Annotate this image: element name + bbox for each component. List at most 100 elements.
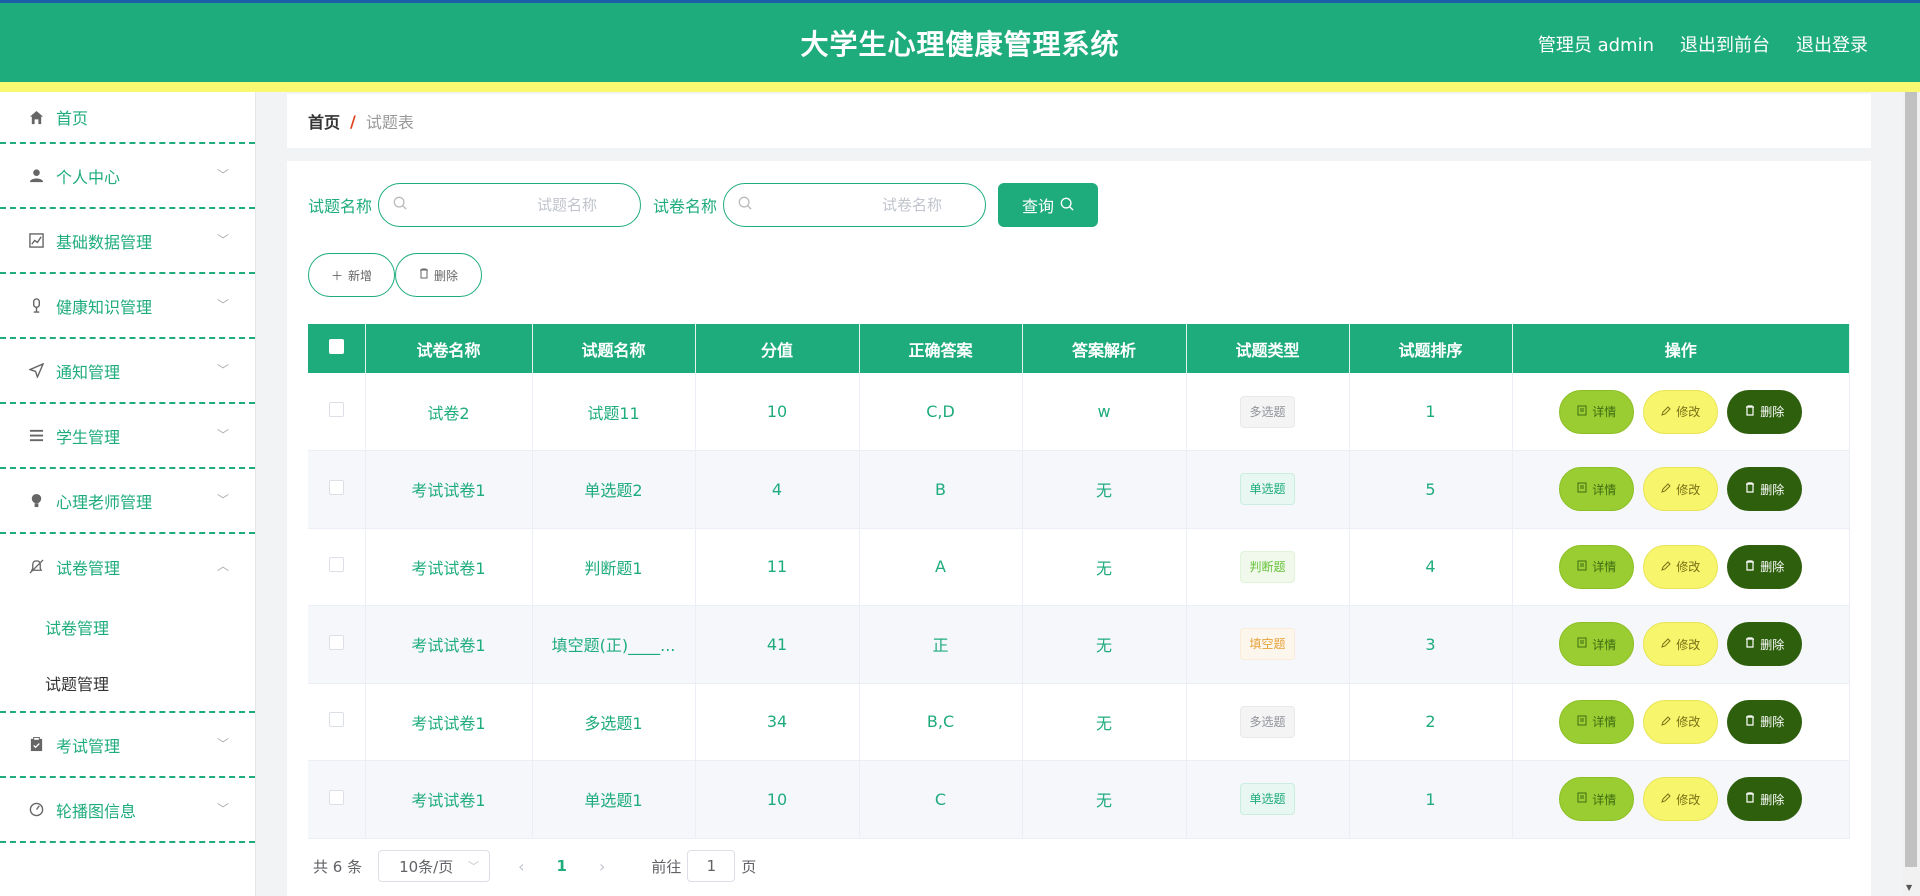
delete-button[interactable]: 删除 <box>1727 389 1803 434</box>
detail-button[interactable]: 详情 <box>1559 467 1635 512</box>
sidebar-item-health-knowledge[interactable]: 健康知识管理 ﹀ <box>0 274 255 339</box>
delete-button-label: 删除 <box>1760 637 1785 652</box>
batch-delete-button[interactable]: 删除 <box>395 253 482 297</box>
sidebar-item-label: 轮播图信息 <box>56 801 137 821</box>
question-name-cell: 判断题1 <box>532 528 696 606</box>
type-cell: 判断题 <box>1186 528 1350 606</box>
page-size-select[interactable]: 10条/页 ﹀ <box>378 850 491 882</box>
col-order[interactable]: 试题排序 <box>1349 324 1513 373</box>
sidebar-item-teachers[interactable]: 心理老师管理 ﹀ <box>0 469 255 534</box>
document-icon <box>1577 637 1587 651</box>
chevron-up-icon: ︿ <box>216 558 229 573</box>
sidebar-item-home[interactable]: 首页 <box>0 92 255 144</box>
scrollbar-thumb[interactable] <box>1905 92 1917 867</box>
select-all-checkbox[interactable] <box>328 339 344 354</box>
submenu-item-question-management[interactable]: 试题管理 <box>0 655 255 711</box>
row-checkbox[interactable] <box>328 712 344 728</box>
sidebar-item-notice[interactable]: 通知管理 ﹀ <box>0 339 255 404</box>
sidebar-item-papers[interactable]: 试卷管理 ︿ <box>0 534 255 599</box>
col-correct-answer[interactable]: 正确答案 <box>859 324 1023 373</box>
header-actions: 管理员 admin 退出到前台 退出登录 <box>1538 31 1868 57</box>
sidebar-item-label: 学生管理 <box>56 427 121 447</box>
questions-table: 试卷名称 试题名称 分值 正确答案 答案解析 试题类型 试题排序 操作 试卷2 试… <box>308 324 1850 839</box>
sidebar-item-carousel[interactable]: 轮播图信息 ﹀ <box>0 778 255 843</box>
goto-page-input[interactable]: 1 <box>687 850 736 882</box>
vertical-scrollbar[interactable]: ▼ <box>1902 92 1920 896</box>
table-row: 考试试卷1 单选题2 4 B 无 单选题 5 详情 修改 删除 <box>308 450 1850 529</box>
pencil-icon <box>1661 560 1671 574</box>
prev-page-button[interactable]: ‹ <box>518 857 524 876</box>
delete-button[interactable]: 删除 <box>1727 699 1803 744</box>
scroll-down-arrow-icon[interactable]: ▼ <box>1906 883 1912 892</box>
search-icon <box>393 196 407 214</box>
answer-cell: C,D <box>859 373 1023 451</box>
breadcrumb-home[interactable]: 首页 <box>308 109 340 133</box>
question-name-input[interactable] <box>417 196 598 214</box>
edit-button[interactable]: 修改 <box>1643 622 1719 667</box>
col-analysis[interactable]: 答案解析 <box>1022 324 1187 373</box>
delete-button-label: 删除 <box>1760 792 1785 807</box>
edit-button[interactable]: 修改 <box>1643 699 1719 744</box>
detail-button[interactable]: 详情 <box>1559 389 1635 434</box>
chevron-down-icon: ﹀ <box>216 801 229 816</box>
document-icon <box>1577 792 1587 806</box>
detail-button-label: 详情 <box>1592 715 1617 730</box>
submenu-item-paper-management[interactable]: 试卷管理 <box>0 599 255 655</box>
row-checkbox[interactable] <box>328 479 344 495</box>
edit-button-label: 修改 <box>1676 482 1701 497</box>
detail-button-label: 详情 <box>1592 560 1617 575</box>
detail-button[interactable]: 详情 <box>1559 622 1635 667</box>
query-button[interactable]: 查询 <box>998 183 1099 227</box>
main-panel: 试题名称 试卷名称 查询 ＋ 新增 删除 试卷名称 试题名 <box>287 161 1871 896</box>
paper-name-field <box>723 183 987 227</box>
paper-name-cell: 考试试卷1 <box>365 528 533 606</box>
sidebar-item-students[interactable]: 学生管理 ﹀ <box>0 404 255 469</box>
bell-off-icon <box>28 559 44 575</box>
chevron-down-icon: ﹀ <box>216 427 229 442</box>
col-question-type[interactable]: 试题类型 <box>1186 324 1350 373</box>
col-score[interactable]: 分值 <box>695 324 860 373</box>
sidebar-item-label: 考试管理 <box>56 736 121 756</box>
delete-button[interactable]: 删除 <box>1727 777 1803 822</box>
detail-button[interactable]: 详情 <box>1559 699 1635 744</box>
paper-name-input[interactable] <box>762 196 943 214</box>
edit-button-label: 修改 <box>1676 560 1701 575</box>
exit-to-front-link[interactable]: 退出到前台 <box>1680 31 1770 57</box>
sidebar-item-exams[interactable]: 考试管理 ﹀ <box>0 713 255 778</box>
delete-button[interactable]: 删除 <box>1727 544 1803 589</box>
next-page-button[interactable]: › <box>599 857 605 876</box>
type-cell: 单选题 <box>1186 760 1350 839</box>
row-checkbox[interactable] <box>328 789 344 805</box>
edit-button[interactable]: 修改 <box>1643 777 1719 822</box>
edit-button[interactable]: 修改 <box>1643 467 1719 512</box>
current-page[interactable]: 1 <box>557 857 567 875</box>
delete-button[interactable]: 删除 <box>1727 467 1803 512</box>
trash-icon <box>1745 715 1755 729</box>
detail-button-label: 详情 <box>1592 405 1617 419</box>
add-button[interactable]: ＋ 新增 <box>308 253 395 297</box>
chevron-down-icon: ﹀ <box>216 232 229 247</box>
row-checkbox[interactable] <box>328 634 344 650</box>
row-checkbox[interactable] <box>328 402 344 417</box>
table-row: 考试试卷1 判断题1 11 A 无 判断题 4 详情 修改 删除 <box>308 528 1850 606</box>
plus-icon: ＋ <box>330 268 343 283</box>
operations-cell: 详情 修改 删除 <box>1512 450 1850 529</box>
sidebar-item-personal[interactable]: 个人中心 ﹀ <box>0 144 255 209</box>
type-cell: 填空题 <box>1186 605 1350 684</box>
col-paper-name[interactable]: 试卷名称 <box>365 324 533 373</box>
edit-button[interactable]: 修改 <box>1643 544 1719 589</box>
col-question-name[interactable]: 试题名称 <box>532 324 696 373</box>
row-checkbox[interactable] <box>328 557 344 573</box>
detail-button[interactable]: 详情 <box>1559 777 1635 822</box>
sidebar-item-basic-data[interactable]: 基础数据管理 ﹀ <box>0 209 255 274</box>
edit-button[interactable]: 修改 <box>1643 389 1719 434</box>
delete-button[interactable]: 删除 <box>1727 622 1803 667</box>
logout-link[interactable]: 退出登录 <box>1796 31 1868 57</box>
detail-button[interactable]: 详情 <box>1559 544 1635 589</box>
table-row: 考试试卷1 填空题(正)____... 41 正无 填空题 3 详情 修改 删除 <box>308 605 1850 684</box>
answer-cell: B,C <box>859 683 1023 761</box>
chevron-down-icon: ﹀ <box>216 362 229 377</box>
sidebar-item-label: 试卷管理 <box>56 558 121 578</box>
chevron-down-icon: ﹀ <box>216 492 229 507</box>
question-name-cell: 单选题2 <box>532 450 696 529</box>
